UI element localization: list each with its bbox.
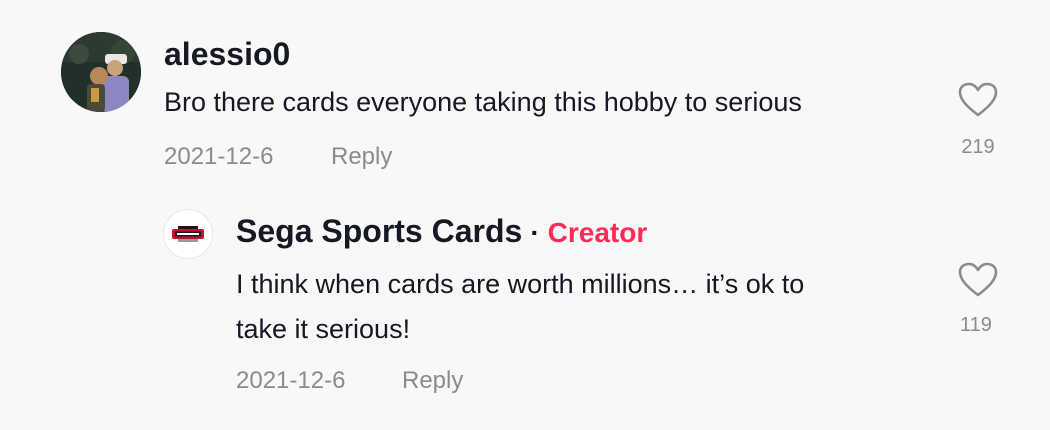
like-count: 119 bbox=[960, 314, 992, 336]
reply-date: 2021-12-6 bbox=[236, 367, 346, 394]
creator-badge: Creator bbox=[547, 217, 648, 248]
like-count: 219 bbox=[961, 136, 995, 158]
reply-text-line: take it serious! bbox=[236, 314, 411, 344]
sega-sports-cards-logo-icon bbox=[164, 210, 212, 258]
creator-avatar[interactable] bbox=[163, 209, 213, 259]
reply-button[interactable]: Reply bbox=[331, 143, 392, 171]
heart-icon bbox=[958, 262, 998, 297]
reply-text-line: I think when cards are worth millions… i… bbox=[236, 269, 805, 299]
comment-text: Bro there cards everyone taking this hob… bbox=[164, 87, 802, 117]
comment-item: alessio0 Bro there cards everyone taking… bbox=[0, 0, 1050, 190]
user-photo-avatar-icon bbox=[61, 32, 141, 112]
like-button[interactable] bbox=[958, 82, 998, 118]
reply-text: I think when cards are worth millions… i… bbox=[236, 262, 804, 352]
reply-item: Sega Sports Cards · Creator I think when c… bbox=[0, 190, 1050, 430]
commenter-avatar[interactable] bbox=[61, 32, 141, 112]
separator-dot: · bbox=[530, 217, 540, 248]
comment-username[interactable]: alessio0 bbox=[164, 36, 290, 73]
reply-button[interactable]: Reply bbox=[402, 367, 463, 395]
reply-username[interactable]: Sega Sports Cards bbox=[236, 213, 522, 249]
like-button[interactable] bbox=[958, 262, 998, 298]
reply-username-row: Sega Sports Cards · Creator bbox=[236, 213, 647, 250]
heart-icon bbox=[958, 82, 998, 117]
comment-date: 2021-12-6 bbox=[164, 143, 274, 170]
